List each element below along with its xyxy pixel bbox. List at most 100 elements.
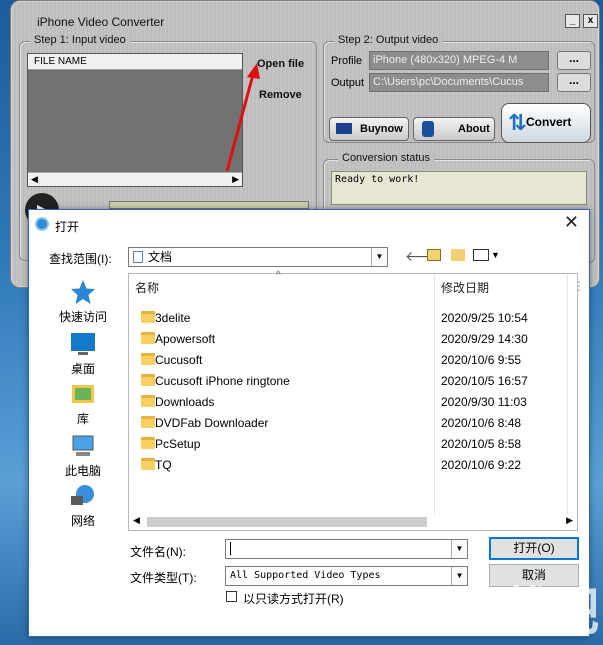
look-in-label: 查找范围(I): [49,252,112,266]
item-name: DVDFab Downloader [155,416,269,430]
status-text-box: Ready to work! [331,171,587,205]
red-arrow-annotation [225,63,260,172]
watermark-logo: 下载吧 [450,584,599,642]
item-name: Apowersoft [155,332,216,346]
scroll-left-icon[interactable]: ◀ [31,174,38,185]
folder-icon [141,374,155,386]
up-folder-icon[interactable] [427,249,441,261]
about-label: About [458,123,490,135]
item-name: Downloads [155,395,215,409]
place-this-pc[interactable]: 此电脑 [43,432,123,479]
list-item[interactable]: PcSetup 2020/10/5 8:58 [129,434,577,455]
output-browse-button[interactable]: ... [557,73,591,92]
conversion-status-label: Conversion status [338,152,435,164]
view-dropdown-chevron-icon[interactable]: ▼ [491,250,500,260]
file-type-select[interactable]: All Supported Video Types ▼ [225,566,468,586]
convert-button[interactable]: ⇅ Convert [501,103,591,143]
file-list-view[interactable]: ^ 名称 修改日期 ⋮ 3delite 2020/9/25 10:54 Apow… [128,270,585,531]
place-label: 网络 [70,514,95,528]
file-name-input[interactable]: ▼ [225,539,468,559]
scrollbar-thumb[interactable] [147,517,427,527]
list-item[interactable]: DVDFab Downloader 2020/10/6 8:48 [129,413,577,434]
app-title: iPhone Video Converter [37,15,165,29]
column-header-name[interactable]: 名称 [135,279,159,296]
dialog-app-icon [35,217,49,231]
file-list-scrollbar[interactable]: ◀ ▶ [28,172,242,186]
step1-label: Step 1: Input video [30,34,130,46]
view-menu-icon[interactable] [473,249,489,261]
place-label: 快速访问 [58,310,107,324]
item-date: 2020/10/5 16:57 [441,374,528,388]
place-network[interactable]: 网络 [43,482,123,529]
list-item[interactable]: 3delite 2020/9/25 10:54 [129,308,577,329]
folder-icon [141,416,155,428]
list-item[interactable]: Cucusoft 2020/10/6 9:55 [129,350,577,371]
item-date: 2020/9/30 11:03 [441,395,527,409]
item-date: 2020/10/6 8:48 [441,416,522,430]
list-item[interactable]: Apowersoft 2020/9/29 14:30 [129,329,577,350]
readonly-label: 以只读方式打开(R) [243,592,344,606]
network-icon [71,485,94,505]
profile-field[interactable]: iPhone (480x320) MPEG-4 M [369,51,549,70]
sort-up-icon: ^ [276,270,281,281]
item-date: 2020/10/6 9:55 [441,353,522,367]
file-name-column-header: FILE NAME [28,54,242,70]
document-folder-icon [133,251,143,263]
buynow-button[interactable]: Buynow [329,117,409,141]
convert-arrows-icon: ⇅ [508,110,527,135]
new-folder-icon[interactable] [451,249,465,261]
item-date: 2020/9/29 14:30 [441,332,528,346]
info-icon [422,121,434,137]
file-type-value: All Supported Video Types [230,570,381,581]
computer-icon [72,435,94,456]
scroll-right-icon[interactable]: ▶ [232,174,239,185]
minimize-button[interactable]: _ [565,14,580,28]
column-header-date[interactable]: 修改日期 [441,279,489,296]
text-cursor [230,542,231,555]
list-item[interactable]: Cucusoft iPhone ringtone 2020/10/5 16:57 [129,371,577,392]
list-item[interactable]: TQ 2020/10/6 9:22 [129,455,577,476]
remove-link[interactable]: Remove [259,89,302,101]
chevron-down-icon[interactable]: ▼ [371,248,387,266]
output-label: Output [331,77,365,89]
about-button[interactable]: About [413,117,495,141]
file-list[interactable]: FILE NAME ◀ ▶ [27,53,243,187]
convert-label: Convert [526,115,572,129]
buynow-label: Buynow [360,123,403,135]
place-label: 桌面 [70,362,95,376]
folder-icon [141,458,155,470]
desktop-icon [71,333,95,355]
folder-icon [141,311,155,323]
scroll-right-icon[interactable]: ▶ [566,515,573,526]
star-icon [71,280,95,304]
open-button[interactable]: 打开(O) [489,537,579,560]
place-library[interactable]: 库 [43,380,123,427]
item-name: Cucusoft [155,353,203,367]
folder-icon [141,395,155,407]
open-file-link[interactable]: Open file [257,58,304,70]
item-date: 2020/9/25 10:54 [441,311,528,325]
place-quick-access[interactable]: 快速访问 [43,278,123,325]
look-in-combo[interactable]: 文档 ▼ [128,247,388,267]
file-type-label: 文件类型(T): [130,571,197,585]
item-date: 2020/10/5 8:58 [441,437,522,451]
close-button[interactable]: x [583,14,598,28]
item-date: 2020/10/6 9:22 [441,458,522,472]
folder-icon [141,332,155,344]
seek-bar[interactable] [109,201,309,209]
look-in-value: 文档 [148,250,173,264]
profile-browse-button[interactable]: ... [557,51,591,70]
scroll-left-icon[interactable]: ◀ [133,515,140,526]
profile-label: Profile [331,55,363,67]
dialog-close-button[interactable]: ✕ [564,212,579,233]
item-name: 3delite [155,311,191,325]
readonly-checkbox[interactable] [226,591,237,602]
horizontal-scrollbar[interactable]: ◀ ▶ [129,514,577,530]
place-desktop[interactable]: 桌面 [43,330,123,377]
item-name: PcSetup [155,437,201,451]
list-item[interactable]: Downloads 2020/9/30 11:03 [129,392,577,413]
chevron-down-icon[interactable]: ▼ [451,540,467,558]
column-header-overflow[interactable]: ⋮ [573,279,585,293]
output-path-field[interactable]: C:\Users\pc\Documents\Cucus [369,73,549,92]
item-name: Cucusoft iPhone ringtone [155,374,290,388]
